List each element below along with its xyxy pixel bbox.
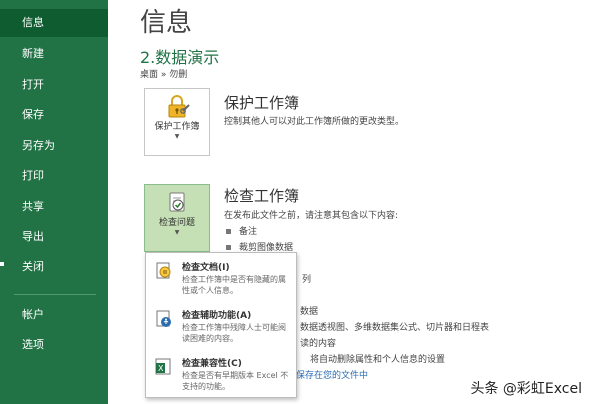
menu-item-desc: 检查是否有早期版本 Excel 不支持的功能。 bbox=[182, 371, 289, 391]
hidden-text-fragment: 数据透视图、多维数据集公式、切片器和日程表 bbox=[300, 323, 490, 333]
document-check-icon bbox=[165, 191, 191, 215]
check-button-label: 检查问题 bbox=[158, 218, 195, 228]
nav-account[interactable]: 帐户 bbox=[0, 301, 108, 329]
backstage-sidebar: 信息 新建 打开 保存 另存为 打印 共享 导出 关闭 帐户 选项 bbox=[0, 0, 108, 404]
menu-item-desc: 检查工作簿中是否有隐藏的属性或个人信息。 bbox=[182, 275, 286, 295]
check-for-issues-menu: 检查文档(I) 检查工作簿中是否有隐藏的属性或个人信息。 检查辅助功能(A) 检… bbox=[145, 252, 297, 398]
chevron-down-icon: ▼ bbox=[174, 229, 180, 236]
nav-options[interactable]: 选项 bbox=[0, 331, 108, 359]
watermark: 头条 @彩虹Excel bbox=[470, 381, 582, 397]
edge-marker bbox=[0, 262, 4, 266]
nav-new[interactable]: 新建 bbox=[0, 40, 108, 68]
inspect-desc: 在发布此文件之前，请注意其包含以下内容: bbox=[224, 211, 399, 221]
file-path: 桌面 » 勿删 bbox=[140, 70, 188, 80]
chevron-down-icon: ▼ bbox=[174, 133, 180, 140]
nav-save[interactable]: 保存 bbox=[0, 101, 108, 129]
nav-info[interactable]: 信息 bbox=[0, 9, 108, 37]
protect-desc: 控制其他人可以对此工作簿所做的更改类型。 bbox=[224, 117, 405, 127]
menu-item-title: 检查兼容性(C) bbox=[182, 359, 242, 369]
nav-share[interactable]: 共享 bbox=[0, 193, 108, 221]
bullet-square-icon bbox=[226, 229, 231, 234]
nav-open[interactable]: 打开 bbox=[0, 71, 108, 99]
nav-close[interactable]: 关闭 bbox=[0, 253, 108, 281]
hidden-text-fragment: 将自动删除属性和个人信息的设置 bbox=[310, 355, 446, 365]
menu-check-accessibility[interactable]: 检查辅助功能(A) 检查工作簿中残障人士可能阅读困难的内容。 bbox=[146, 303, 296, 349]
inspect-title: 检查工作簿 bbox=[224, 187, 300, 205]
nav-print[interactable]: 打印 bbox=[0, 162, 108, 190]
accessibility-icon bbox=[154, 309, 174, 329]
protect-workbook-button[interactable]: 保护工作簿 ▼ bbox=[144, 88, 210, 156]
protect-button-label: 保护工作簿 bbox=[154, 122, 200, 132]
bullet-text: 备注 bbox=[239, 227, 258, 237]
file-name: 2.数据演示 bbox=[140, 48, 220, 67]
menu-check-compatibility[interactable]: X 检查兼容性(C) 检查是否有早期版本 Excel 不支持的功能。 bbox=[146, 351, 296, 397]
lock-key-icon bbox=[165, 95, 191, 119]
bullet-square-icon bbox=[226, 245, 231, 250]
compatibility-icon: X bbox=[154, 357, 174, 377]
menu-inspect-document[interactable]: 检查文档(I) 检查工作簿中是否有隐藏的属性或个人信息。 bbox=[146, 255, 296, 301]
nav-divider bbox=[14, 294, 96, 295]
hidden-text-fragment: 读的内容 bbox=[300, 339, 337, 349]
protect-title: 保护工作簿 bbox=[224, 94, 300, 112]
check-for-issues-button[interactable]: 检查问题 ▼ bbox=[144, 184, 210, 252]
nav-save-as[interactable]: 另存为 bbox=[0, 132, 108, 160]
inspect-document-icon bbox=[154, 261, 174, 281]
page-title: 信息 bbox=[140, 8, 193, 38]
hidden-text-fragment: 数据 bbox=[300, 307, 319, 317]
menu-item-title: 检查辅助功能(A) bbox=[182, 311, 252, 321]
menu-item-title: 检查文档(I) bbox=[182, 263, 230, 273]
svg-text:X: X bbox=[158, 364, 164, 373]
menu-item-desc: 检查工作簿中残障人士可能阅读困难的内容。 bbox=[182, 323, 286, 343]
hidden-text-fragment: 列 bbox=[302, 275, 312, 285]
nav-export[interactable]: 导出 bbox=[0, 223, 108, 251]
hidden-link-fragment[interactable]: 保存在您的文件中 bbox=[296, 368, 368, 381]
bullet-comments: 备注 bbox=[226, 224, 257, 237]
